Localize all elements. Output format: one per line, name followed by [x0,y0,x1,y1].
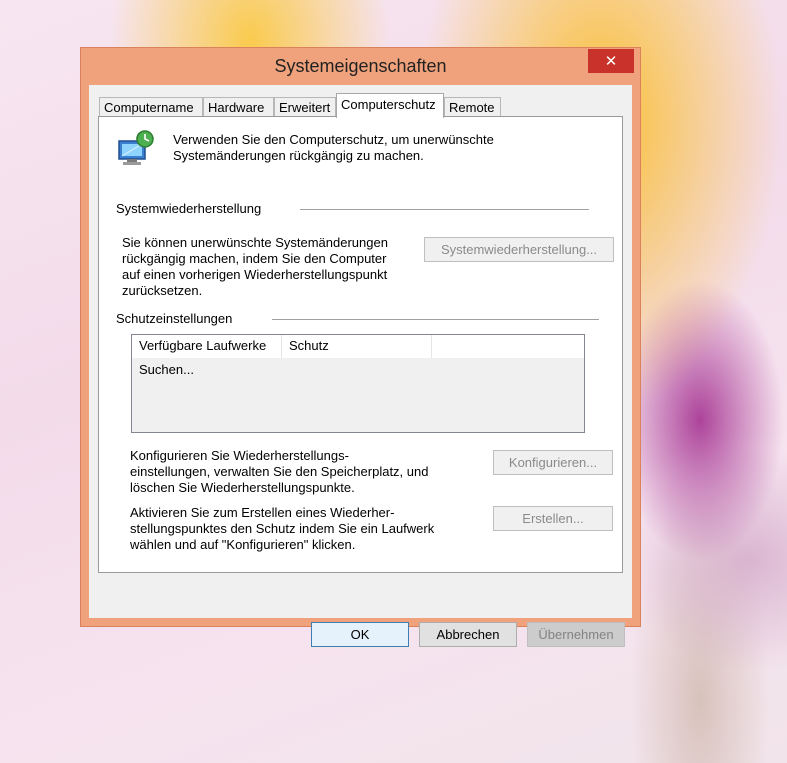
system-restore-button[interactable]: Systemwiederherstellung... [424,237,614,262]
system-protection-icon [118,130,154,165]
intro-line-1: Verwenden Sie den Computerschutz, um une… [173,132,494,147]
protection-group-title: Schutzeinstellungen [116,311,233,326]
restore-description: Sie können unerwünschte Systemänderungen… [122,235,422,299]
cancel-button[interactable]: Abbrechen [419,622,517,647]
create-text-line: wählen und auf "Konfigurieren" klicken. [130,537,356,552]
ok-button[interactable]: OK [311,622,409,647]
tab-erweitert[interactable]: Erweitert [274,97,336,117]
drives-list[interactable]: Verfügbare Laufwerke Schutz Suchen... [131,334,585,433]
configure-text-line: löschen Sie Wiederherstellungspunkte. [130,480,355,495]
system-properties-window: Systemeigenschaften ✕ Computername Hardw… [80,47,641,647]
tab-computerschutz[interactable]: Computerschutz [336,93,444,118]
list-item: Suchen... [139,362,194,377]
restore-group-divider [300,209,589,210]
protection-group-divider [272,319,599,320]
restore-text-line: auf einen vorherigen Wiederherstellungsp… [122,267,388,282]
intro-line-2: Systemänderungen rückgängig zu machen. [173,148,424,163]
intro-text: Verwenden Sie den Computerschutz, um une… [173,132,593,164]
tab-remote[interactable]: Remote [444,97,501,117]
apply-button[interactable]: Übernehmen [527,622,625,647]
column-header-protection[interactable]: Schutz [282,335,432,358]
column-header-drives[interactable]: Verfügbare Laufwerke [132,335,282,358]
configure-description: Konfigurieren Sie Wiederherstellungs- ei… [130,448,470,496]
tab-computername[interactable]: Computername [99,97,203,117]
window-title: Systemeigenschaften [274,56,447,76]
create-description: Aktivieren Sie zum Erstellen eines Wiede… [130,505,470,553]
create-text-line: stellungspunktes den Schutz indem Sie ei… [130,521,435,536]
restore-text-line: Sie können unerwünschte Systemänderungen [122,235,388,250]
dialog-client-area: Computername Hardware Erweitert Computer… [89,85,632,647]
computerschutz-panel: Verwenden Sie den Computerschutz, um une… [98,116,623,573]
create-button[interactable]: Erstellen... [493,506,613,531]
restore-text-line: rückgängig machen, indem Sie den Compute… [122,251,387,266]
configure-text-line: Konfigurieren Sie Wiederherstellungs- [130,448,349,463]
title-bar[interactable]: Systemeigenschaften ✕ [81,48,640,84]
drives-list-header: Verfügbare Laufwerke Schutz [132,335,584,358]
restore-group-title: Systemwiederherstellung [116,201,262,216]
close-icon: ✕ [604,52,618,70]
configure-text-line: einstellungen, verwalten Sie den Speiche… [130,464,429,479]
close-button[interactable]: ✕ [588,49,634,73]
tab-hardware[interactable]: Hardware [203,97,274,117]
configure-button[interactable]: Konfigurieren... [493,450,613,475]
restore-text-line: zurücksetzen. [122,283,203,298]
create-text-line: Aktivieren Sie zum Erstellen eines Wiede… [130,505,395,520]
